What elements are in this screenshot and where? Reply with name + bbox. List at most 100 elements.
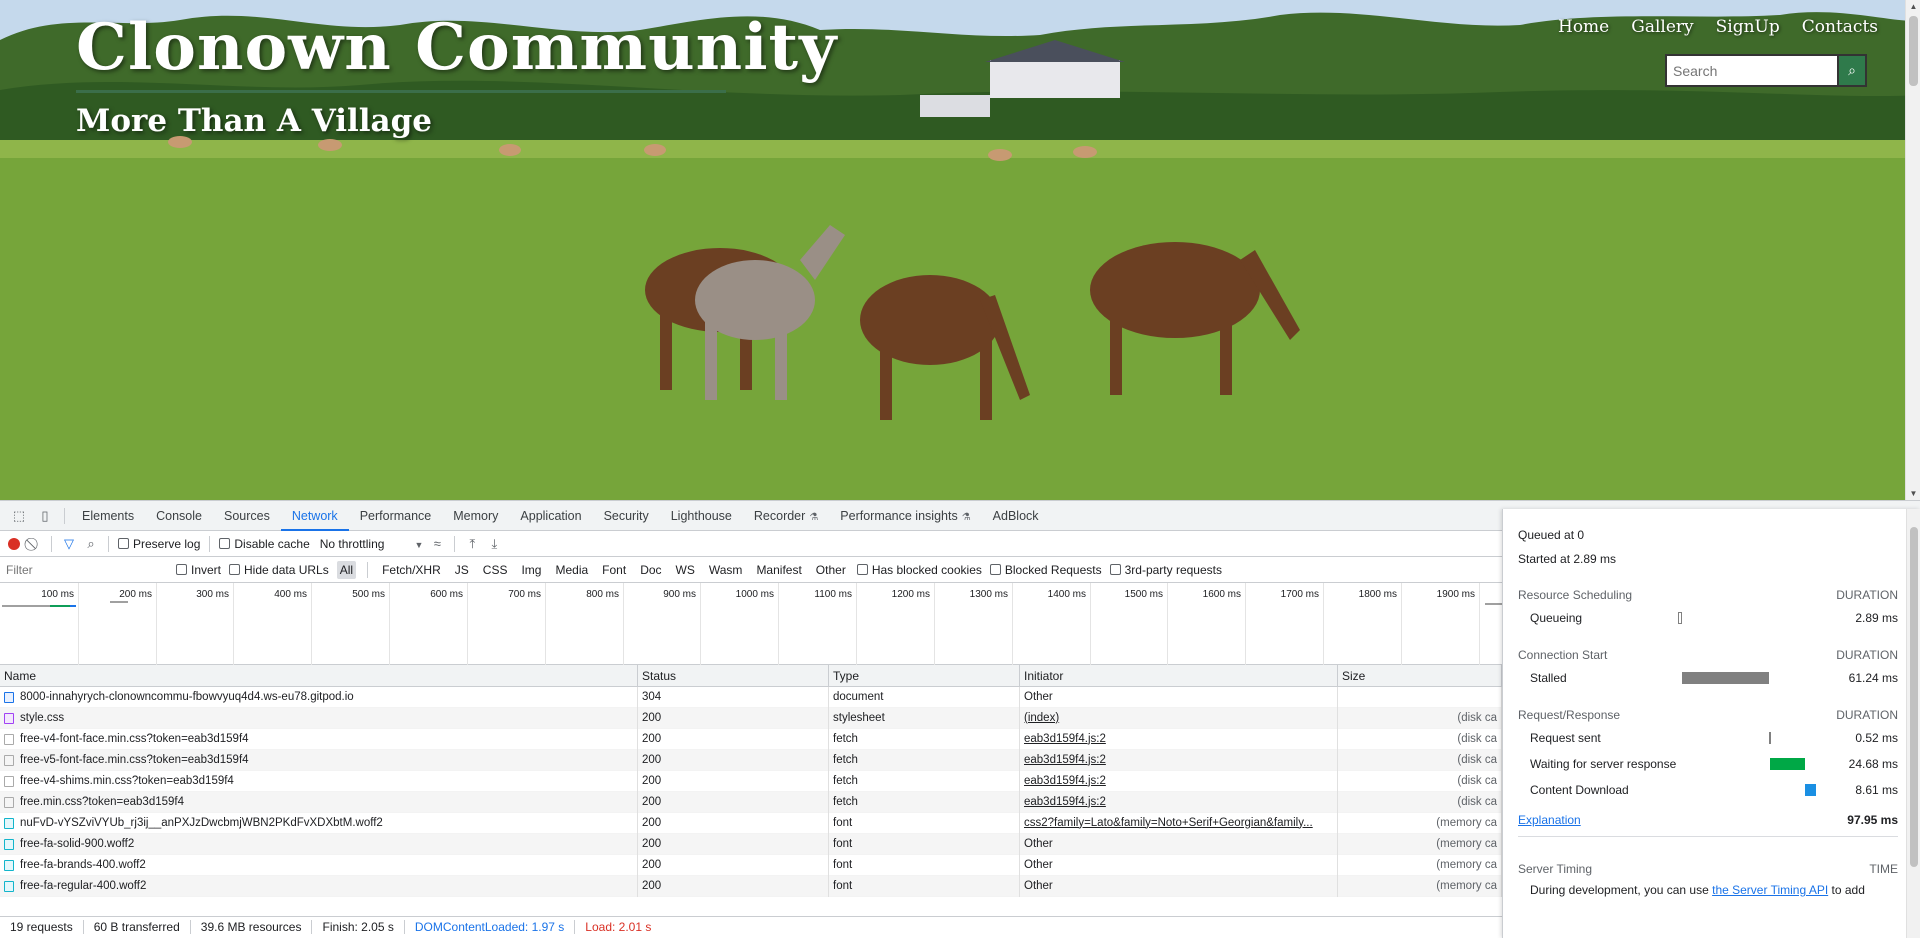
clear-icon[interactable]: ⃠ [26, 536, 42, 552]
request-size: (disk ca [1338, 707, 1502, 729]
request-type: fetch [829, 791, 1020, 813]
request-name-cell[interactable]: free-v4-font-face.min.css?token=eab3d159… [0, 728, 638, 750]
has-blocked-cookies-checkbox[interactable]: Has blocked cookies [856, 563, 982, 577]
filter-type-ws[interactable]: WS [673, 561, 698, 579]
device-toolbar-icon[interactable]: ▯ [37, 508, 53, 524]
tab-application[interactable]: Application [509, 501, 592, 531]
tab-sources[interactable]: Sources [213, 501, 281, 531]
font-file-icon [4, 817, 14, 829]
inspect-element-icon[interactable]: ⬚ [11, 508, 27, 524]
filter-type-other[interactable]: Other [813, 561, 849, 579]
tab-console[interactable]: Console [145, 501, 213, 531]
scroll-down-icon[interactable]: ▼ [1909, 489, 1918, 498]
filter-type-css[interactable]: CSS [480, 561, 511, 579]
tab-recorder[interactable]: Recorder ⚗ [743, 501, 829, 531]
nav-signup-link[interactable]: SignUp [1716, 17, 1780, 37]
search-icon[interactable]: ⌕ [83, 536, 99, 552]
request-name-cell[interactable]: nuFvD-vYSZviVYUb_rj3ij__anPXJzDwcbmjWBN2… [0, 812, 638, 834]
column-type-header[interactable]: Type [829, 665, 1020, 686]
table-row[interactable]: free-fa-regular-400.woff2 200 font Other (me… [0, 875, 1502, 897]
disable-cache-checkbox[interactable]: Disable cache [219, 537, 310, 551]
request-initiator[interactable]: eab3d159f4.js:2 [1020, 770, 1338, 792]
site-search-input[interactable] [1665, 54, 1837, 87]
filter-type-wasm[interactable]: Wasm [706, 561, 746, 579]
request-name-cell[interactable]: free-v4-shims.min.css?token=eab3d159f4 [0, 770, 638, 792]
request-name-cell[interactable]: free-fa-solid-900.woff2 [0, 833, 638, 855]
table-row[interactable]: free-v4-shims.min.css?token=eab3d159f4 20… [0, 770, 1502, 792]
site-search-button[interactable]: ⌕ [1837, 54, 1867, 87]
request-name-cell[interactable]: free-v5-font-face.min.css?token=eab3d159… [0, 749, 638, 771]
invert-checkbox[interactable]: Invert [176, 563, 221, 577]
request-status: 200 [638, 728, 829, 750]
table-row[interactable]: nuFvD-vYSZviVYUb_rj3ij__anPXJzDwcbmjWBN2… [0, 812, 1502, 834]
filter-icon[interactable]: ▽ [61, 536, 77, 552]
network-conditions-icon[interactable]: ≈ [429, 536, 445, 551]
checkbox-box[interactable] [229, 564, 241, 575]
checkbox-box[interactable] [856, 564, 868, 575]
checkbox-box[interactable] [219, 538, 231, 549]
divider [64, 507, 65, 524]
filter-type-js[interactable]: JS [452, 561, 472, 579]
tab-performance-insights[interactable]: Performance insights ⚗ [829, 501, 981, 531]
table-row[interactable]: 8000-innahyrych-clonowncommu-fbowvyuq4d4… [0, 686, 1502, 708]
page-scrollbar-thumb[interactable] [1909, 16, 1918, 86]
timing-scrollbar[interactable] [1906, 509, 1920, 938]
blocked-requests-checkbox[interactable]: Blocked Requests [989, 563, 1102, 577]
column-size-header[interactable]: Size [1338, 665, 1502, 686]
request-name-cell[interactable]: style.css [0, 707, 638, 729]
nav-gallery-link[interactable]: Gallery [1631, 17, 1693, 37]
request-initiator[interactable]: (index) [1020, 707, 1338, 729]
checkbox-box[interactable] [176, 564, 187, 575]
column-name-header[interactable]: Name [0, 665, 638, 686]
server-timing-api-link[interactable]: the Server Timing API [1712, 883, 1828, 897]
table-row[interactable]: free-fa-brands-400.woff2 200 font Other (mem… [0, 854, 1502, 876]
request-name-cell[interactable]: free.min.css?token=eab3d159f4 [0, 791, 638, 813]
filter-input[interactable] [0, 559, 168, 580]
tab-network[interactable]: Network [280, 501, 349, 531]
filter-type-font[interactable]: Font [599, 561, 629, 579]
explanation-link[interactable]: Explanation [1518, 813, 1581, 827]
preserve-log-checkbox[interactable]: Preserve log [118, 537, 200, 551]
page-scrollbar[interactable]: ▲ ▼ [1905, 0, 1920, 500]
request-name-cell[interactable]: free-fa-regular-400.woff2 [0, 875, 638, 897]
request-initiator[interactable]: eab3d159f4.js:2 [1020, 728, 1338, 750]
table-row[interactable]: free-v4-font-face.min.css?token=eab3d159… [0, 728, 1502, 750]
tab-elements[interactable]: Elements [71, 501, 145, 531]
column-initiator-header[interactable]: Initiator [1020, 665, 1338, 686]
request-initiator[interactable]: css2?family=Lato&family=Noto+Serif+Georg… [1020, 812, 1338, 834]
filter-type-img[interactable]: Img [518, 561, 544, 579]
request-initiator[interactable]: eab3d159f4.js:2 [1020, 749, 1338, 771]
tab-security[interactable]: Security [593, 501, 660, 531]
tab-adblock[interactable]: AdBlock [982, 501, 1050, 531]
table-row[interactable]: free-v5-font-face.min.css?token=eab3d159… [0, 749, 1502, 771]
checkbox-box[interactable] [118, 538, 129, 549]
filter-type-all[interactable]: All [336, 560, 357, 579]
nav-contacts-link[interactable]: Contacts [1802, 17, 1878, 37]
throttling-select[interactable]: No throttling ▼ [320, 537, 424, 551]
hide-data-urls-checkbox[interactable]: Hide data URLs [229, 563, 329, 577]
third-party-checkbox[interactable]: 3rd-party requests [1109, 563, 1222, 577]
request-type: fetch [829, 749, 1020, 771]
table-row[interactable]: style.css 200 stylesheet (index) (disk ca [0, 707, 1502, 729]
tab-performance[interactable]: Performance [349, 501, 443, 531]
nav-home-link[interactable]: Home [1558, 17, 1609, 37]
checkbox-box[interactable] [989, 564, 1001, 575]
filter-type-fetch-xhr[interactable]: Fetch/XHR [379, 561, 444, 579]
filter-type-manifest[interactable]: Manifest [753, 561, 804, 579]
checkbox-box[interactable] [1109, 564, 1121, 575]
filter-type-doc[interactable]: Doc [637, 561, 664, 579]
table-row[interactable]: free.min.css?token=eab3d159f4 200 fetch eab… [0, 791, 1502, 813]
request-initiator[interactable]: eab3d159f4.js:2 [1020, 791, 1338, 813]
filter-type-media[interactable]: Media [552, 561, 591, 579]
table-row[interactable]: free-fa-solid-900.woff2 200 font Other (memo… [0, 833, 1502, 855]
tab-memory[interactable]: Memory [442, 501, 509, 531]
request-name-cell[interactable]: free-fa-brands-400.woff2 [0, 854, 638, 876]
scroll-up-icon[interactable]: ▲ [1909, 2, 1918, 11]
record-icon[interactable] [8, 537, 20, 550]
request-name-cell[interactable]: 8000-innahyrych-clonowncommu-fbowvyuq4d4… [0, 686, 638, 708]
import-har-icon[interactable]: ⤒ [464, 536, 480, 552]
column-status-header[interactable]: Status [638, 665, 829, 686]
tab-lighthouse[interactable]: Lighthouse [660, 501, 743, 531]
timing-scrollbar-thumb[interactable] [1910, 527, 1918, 867]
export-har-icon[interactable]: ⤓ [486, 536, 502, 552]
